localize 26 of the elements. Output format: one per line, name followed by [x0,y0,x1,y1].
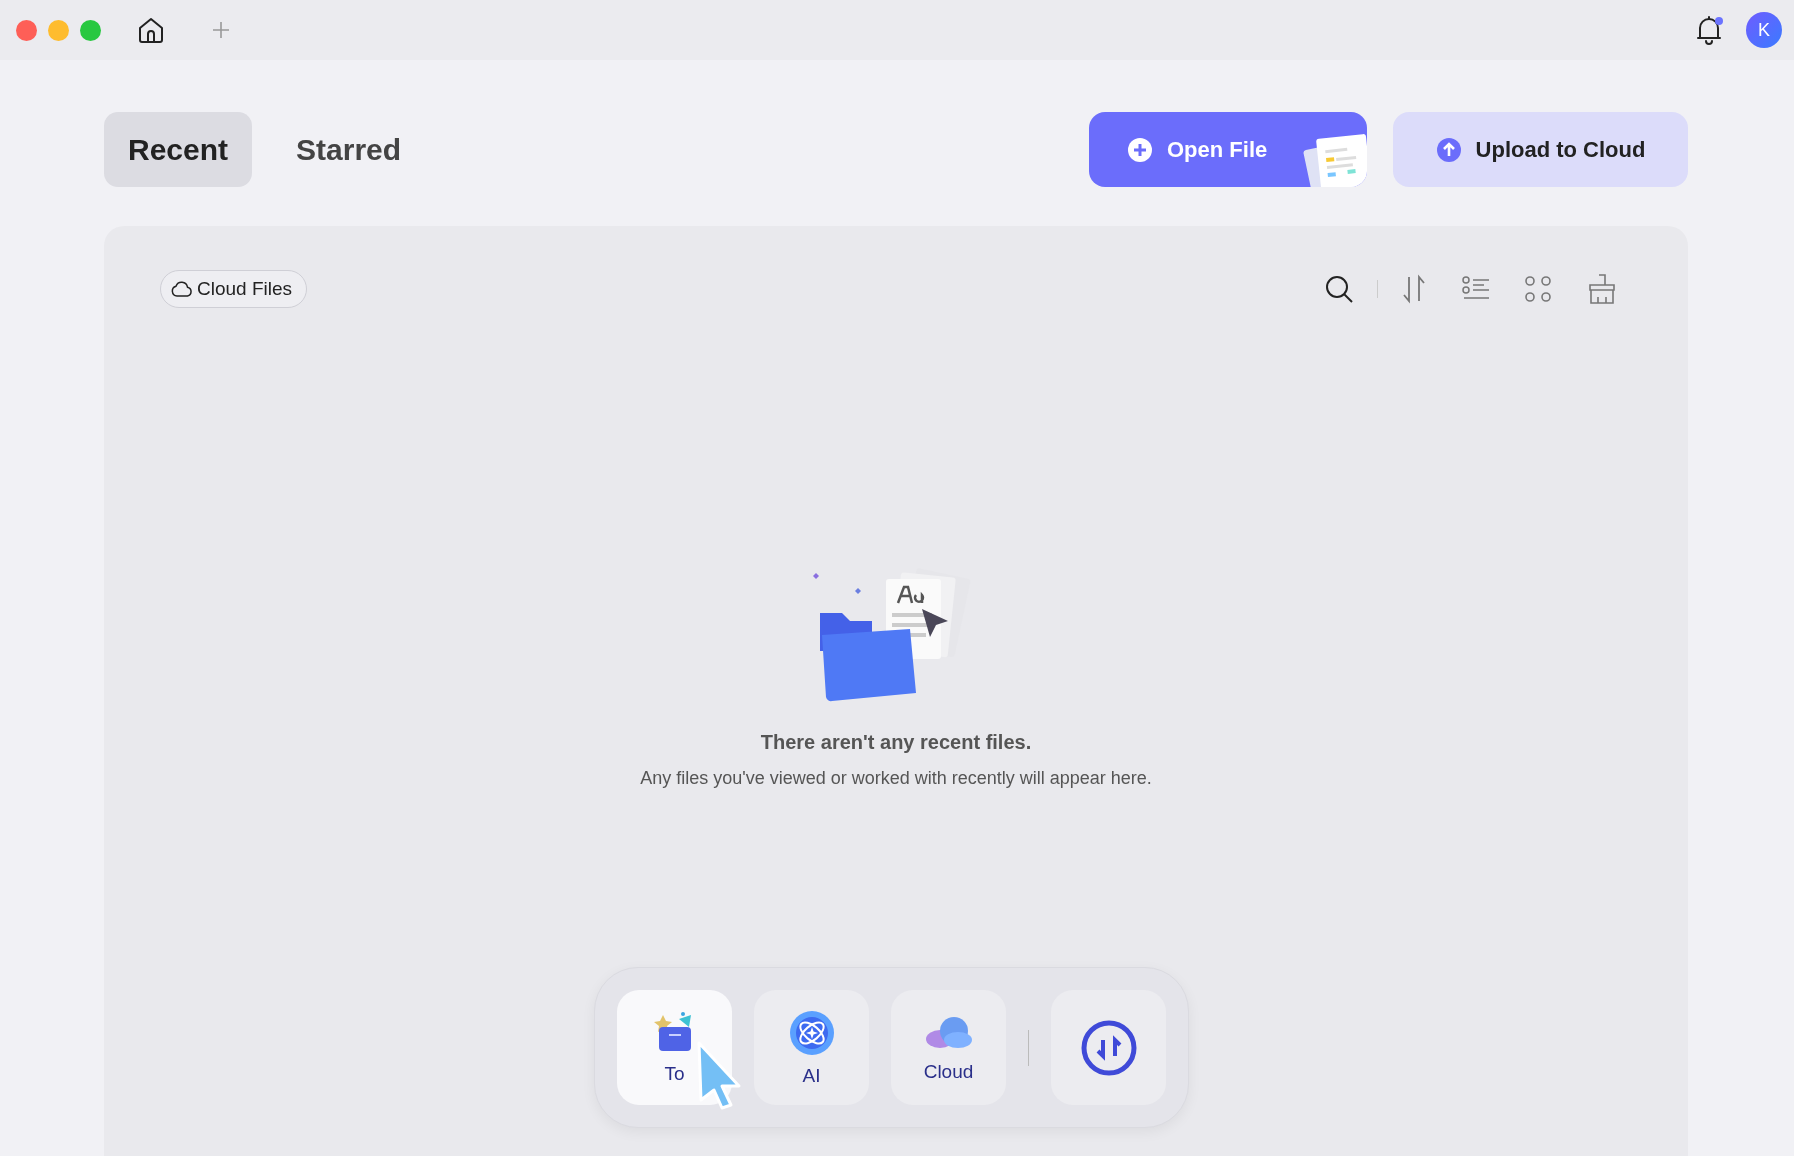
list-view-icon[interactable] [1462,276,1490,302]
mouse-pointer-icon [695,1040,743,1110]
cloud-dock-button[interactable]: Cloud [891,990,1006,1105]
home-icon[interactable] [136,15,166,45]
convert-dock-button[interactable] [1051,990,1166,1105]
open-file-button[interactable]: Open File [1089,112,1367,187]
grid-view-icon[interactable] [1524,275,1552,303]
cloud-icon [171,280,193,298]
tab[interactable]: Recent [104,112,253,187]
orbit-icon [787,1008,836,1057]
search-icon[interactable] [1323,273,1355,305]
empty-state-title: There aren't any recent files. [760,731,1032,754]
close-window-button[interactable] [16,19,37,41]
maximize-window-button[interactable] [80,19,101,41]
user-avatar[interactable]: K [1746,12,1782,48]
notification-bell-icon[interactable] [1694,14,1724,46]
empty-state-message: Any files you've viewed or worked with recently will appear here. [640,768,1152,789]
ai-dock-button[interactable]: AI [754,990,869,1105]
cloud-files-filter[interactable]: Cloud Files [160,270,308,308]
broom-icon[interactable] [1586,273,1618,305]
sort-icon[interactable] [1400,274,1428,304]
upload-to-cloud-button[interactable]: Upload to Cloud [1393,112,1688,187]
tab[interactable]: Starred [272,112,426,187]
plus-icon [1127,136,1153,163]
upload-icon [1435,136,1462,163]
new-tab-icon[interactable] [212,21,230,39]
